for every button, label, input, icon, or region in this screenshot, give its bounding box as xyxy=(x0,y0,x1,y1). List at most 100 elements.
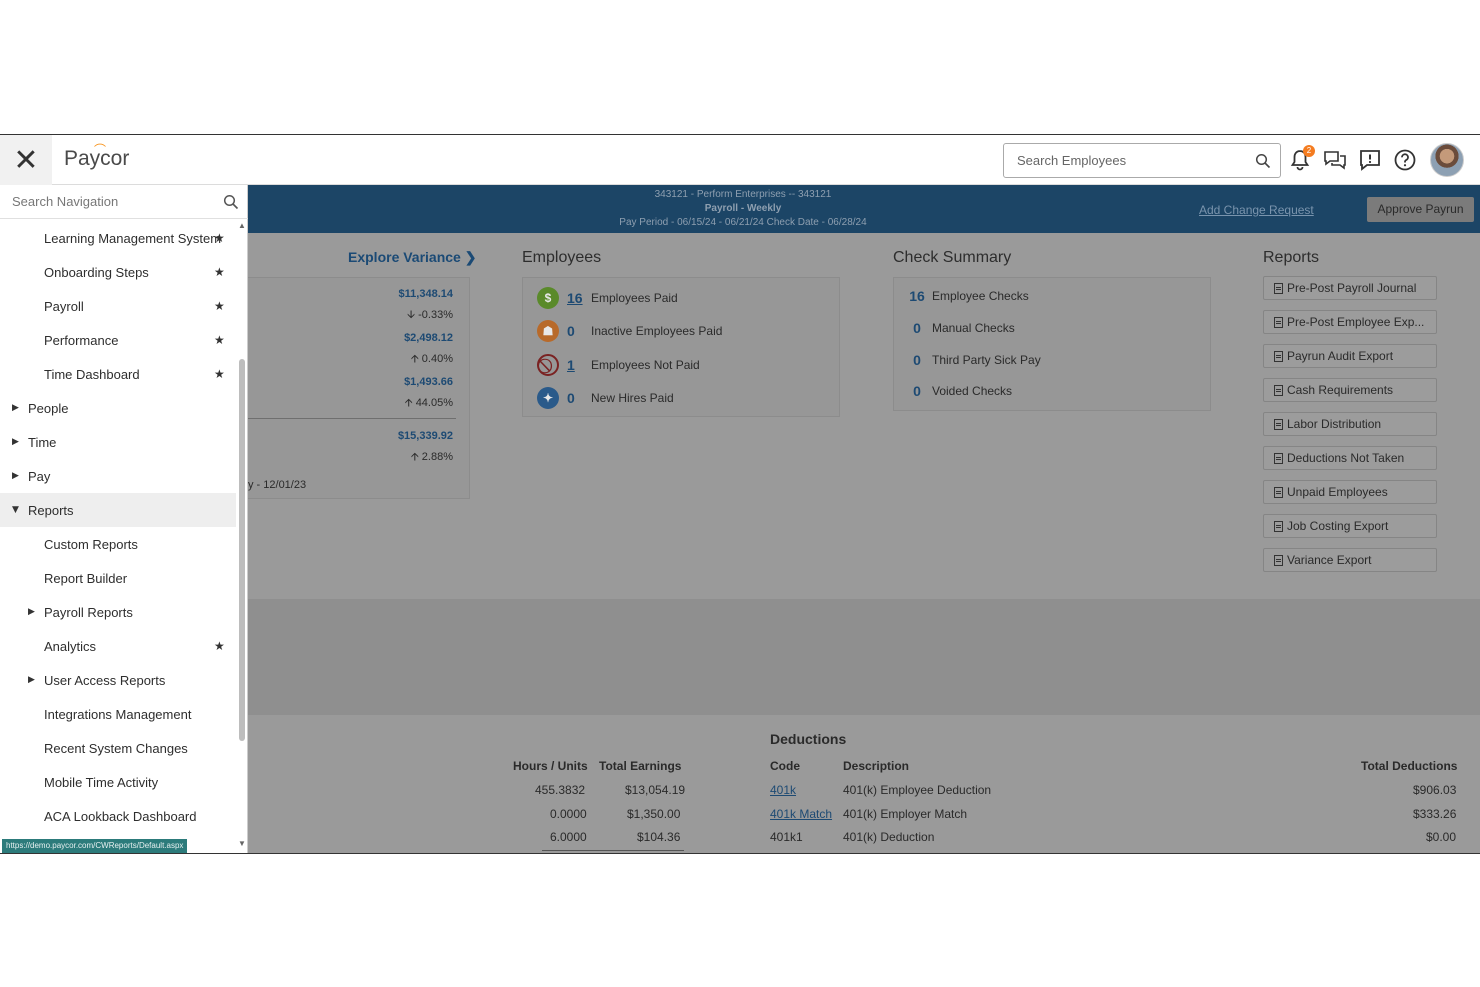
nav-group-payroll-reports[interactable]: ▶ Payroll Reports xyxy=(0,595,236,629)
paycor-logo[interactable]: Paycor ⌒ xyxy=(64,143,129,171)
scroll-up-icon[interactable]: ▲ xyxy=(238,221,246,230)
nav-item-label: Time xyxy=(28,434,57,450)
help-icon[interactable] xyxy=(1393,148,1417,172)
deductions-title: Deductions xyxy=(770,731,847,747)
deduction-description: 401(k) Deduction xyxy=(843,830,935,844)
report-button-label: Cash Requirements xyxy=(1287,383,1394,397)
search-icon[interactable] xyxy=(223,194,239,210)
top-bar: ✕ Paycor⌒ 2 xyxy=(0,135,1480,185)
nav-item-aca-lookback-dashboard[interactable]: ACA Lookback Dashboard xyxy=(0,799,236,833)
nav-item-label: Learning Management System xyxy=(44,230,222,246)
feedback-icon[interactable] xyxy=(1358,148,1382,172)
nav-group-reports[interactable]: ▼ Reports xyxy=(0,493,236,527)
variance-amount: $1,493.66 xyxy=(404,376,453,388)
search-employees-box[interactable] xyxy=(1003,143,1281,178)
report-button-label: Labor Distribution xyxy=(1287,417,1382,431)
nav-item-label: Payroll Reports xyxy=(44,604,133,620)
report-button[interactable]: Pre-Post Employee Exp... xyxy=(1263,310,1437,334)
deduction-code-link[interactable]: 401k xyxy=(770,783,796,797)
deduction-description: 401(k) Employee Deduction xyxy=(843,783,992,797)
report-button[interactable]: Payrun Audit Export xyxy=(1263,344,1437,368)
nav-item-analytics[interactable]: Analytics ★ xyxy=(0,629,236,663)
not-paid-icon: ⃠ xyxy=(537,354,559,376)
variance-amount: $2,498.12 xyxy=(404,332,453,344)
star-icon[interactable]: ★ xyxy=(214,639,225,653)
document-icon xyxy=(1274,452,1283,464)
nav-item-learning-management-system[interactable]: Learning Management System ★ xyxy=(0,221,236,255)
report-button[interactable]: Cash Requirements xyxy=(1263,378,1437,402)
caret-right-icon: ▶ xyxy=(12,403,19,413)
nav-group-time[interactable]: ▶ Time xyxy=(0,425,236,459)
employee-stat-count-link[interactable]: 16 xyxy=(567,290,591,306)
document-icon xyxy=(1274,316,1283,328)
search-employees-input[interactable] xyxy=(1004,144,1239,177)
variance-change-value: 44.05% xyxy=(415,397,453,409)
company-line: 343121 - Perform Enterprises -- 343121 xyxy=(654,189,832,200)
nav-group-people[interactable]: ▶ People xyxy=(0,391,236,425)
user-avatar[interactable] xyxy=(1430,143,1464,177)
explore-variance-label: Explore Variance xyxy=(348,249,461,265)
report-button[interactable]: Deductions Not Taken xyxy=(1263,446,1437,470)
nav-item-label: Custom Reports xyxy=(44,536,138,552)
check-count: 0 xyxy=(913,320,921,336)
document-icon xyxy=(1274,520,1283,532)
report-button[interactable]: Job Costing Export xyxy=(1263,514,1437,538)
nav-item-recent-system-changes[interactable]: Recent System Changes xyxy=(0,731,236,765)
employee-stat-count: 0 xyxy=(567,323,575,339)
employees-card: $ 16 Employees Paid ☗ 0 Inactive Employe… xyxy=(522,277,840,417)
navigation-search-box[interactable] xyxy=(0,185,248,219)
deduction-total: $906.03 xyxy=(1413,783,1457,797)
star-icon[interactable]: ★ xyxy=(214,333,225,347)
report-button[interactable]: Variance Export xyxy=(1263,548,1437,572)
employee-stat-row: ✦ 0 New Hires Paid xyxy=(537,386,674,410)
employee-stat-label: Inactive Employees Paid xyxy=(591,324,723,338)
nav-item-label: Onboarding Steps xyxy=(44,264,149,280)
nav-scrollbar[interactable]: ▲ ▼ xyxy=(237,221,247,853)
arrow-up-icon: 🡩 xyxy=(410,451,419,463)
search-navigation-input[interactable] xyxy=(0,185,210,218)
star-icon[interactable]: ★ xyxy=(214,299,225,313)
nav-group-pay[interactable]: ▶ Pay xyxy=(0,459,236,493)
deduction-total: $0.00 xyxy=(1426,830,1457,844)
search-icon[interactable] xyxy=(1255,153,1271,169)
earnings-total-cell: $13,054.19 xyxy=(625,783,686,797)
scroll-down-icon[interactable]: ▼ xyxy=(238,839,246,848)
deduction-code-link[interactable]: 401k Match xyxy=(770,807,832,821)
scrollbar-thumb[interactable] xyxy=(239,359,245,741)
nav-item-custom-reports[interactable]: Custom Reports xyxy=(0,527,236,561)
deduction-total: $333.26 xyxy=(1413,807,1457,821)
nav-item-time-dashboard[interactable]: Time Dashboard ★ xyxy=(0,357,236,391)
nav-item-payroll[interactable]: Payroll ★ xyxy=(0,289,236,323)
report-button[interactable]: Pre-Post Payroll Journal xyxy=(1263,276,1437,300)
nav-item-report-builder[interactable]: Report Builder xyxy=(0,561,236,595)
employee-stat-label: Employees Paid xyxy=(591,291,678,305)
close-menu-button[interactable]: ✕ xyxy=(0,135,52,185)
add-change-request-link[interactable]: Add Change Request xyxy=(1199,203,1314,217)
chat-icon[interactable] xyxy=(1323,148,1347,172)
check-summary-card: 16 Employee Checks 0 Manual Checks 0 Third … xyxy=(893,277,1211,411)
employee-stat-count-link[interactable]: 1 xyxy=(567,357,591,373)
nav-item-performance[interactable]: Performance ★ xyxy=(0,323,236,357)
nav-group-user-access-reports[interactable]: ▶ User Access Reports xyxy=(0,663,236,697)
nav-item-integrations-management[interactable]: Integrations Management xyxy=(0,697,236,731)
earnings-header-hours: Hours / Units xyxy=(513,759,588,773)
deductions-header-total: Total Deductions xyxy=(1361,759,1458,773)
star-icon[interactable]: ★ xyxy=(214,265,225,279)
variance-change-value: 0.40% xyxy=(421,353,453,365)
star-icon[interactable]: ★ xyxy=(214,367,225,381)
explore-variance-link[interactable]: Explore Variance ❯ xyxy=(348,249,476,266)
star-icon[interactable]: ★ xyxy=(214,231,225,245)
report-button[interactable]: Unpaid Employees xyxy=(1263,480,1437,504)
status-bar-url: https://demo.paycor.com/CWReports/Defaul… xyxy=(2,839,188,853)
approve-payrun-button[interactable]: Approve Payrun xyxy=(1367,197,1474,222)
employee-stat-row: ⃠ 1 Employees Not Paid xyxy=(537,353,700,377)
deductions-header-code: Code xyxy=(770,759,800,773)
report-button-label: Job Costing Export xyxy=(1287,519,1389,533)
report-button[interactable]: Labor Distribution xyxy=(1263,412,1437,436)
nav-item-label: Recent System Changes xyxy=(44,740,188,756)
check-summary-row: 0 Third Party Sick Pay xyxy=(906,350,1041,370)
nav-item-mobile-time-activity[interactable]: Mobile Time Activity xyxy=(0,765,236,799)
check-count: 0 xyxy=(913,352,921,368)
nav-item-onboarding-steps[interactable]: Onboarding Steps ★ xyxy=(0,255,236,289)
variance-change: 🡩 44.05% xyxy=(405,394,453,413)
